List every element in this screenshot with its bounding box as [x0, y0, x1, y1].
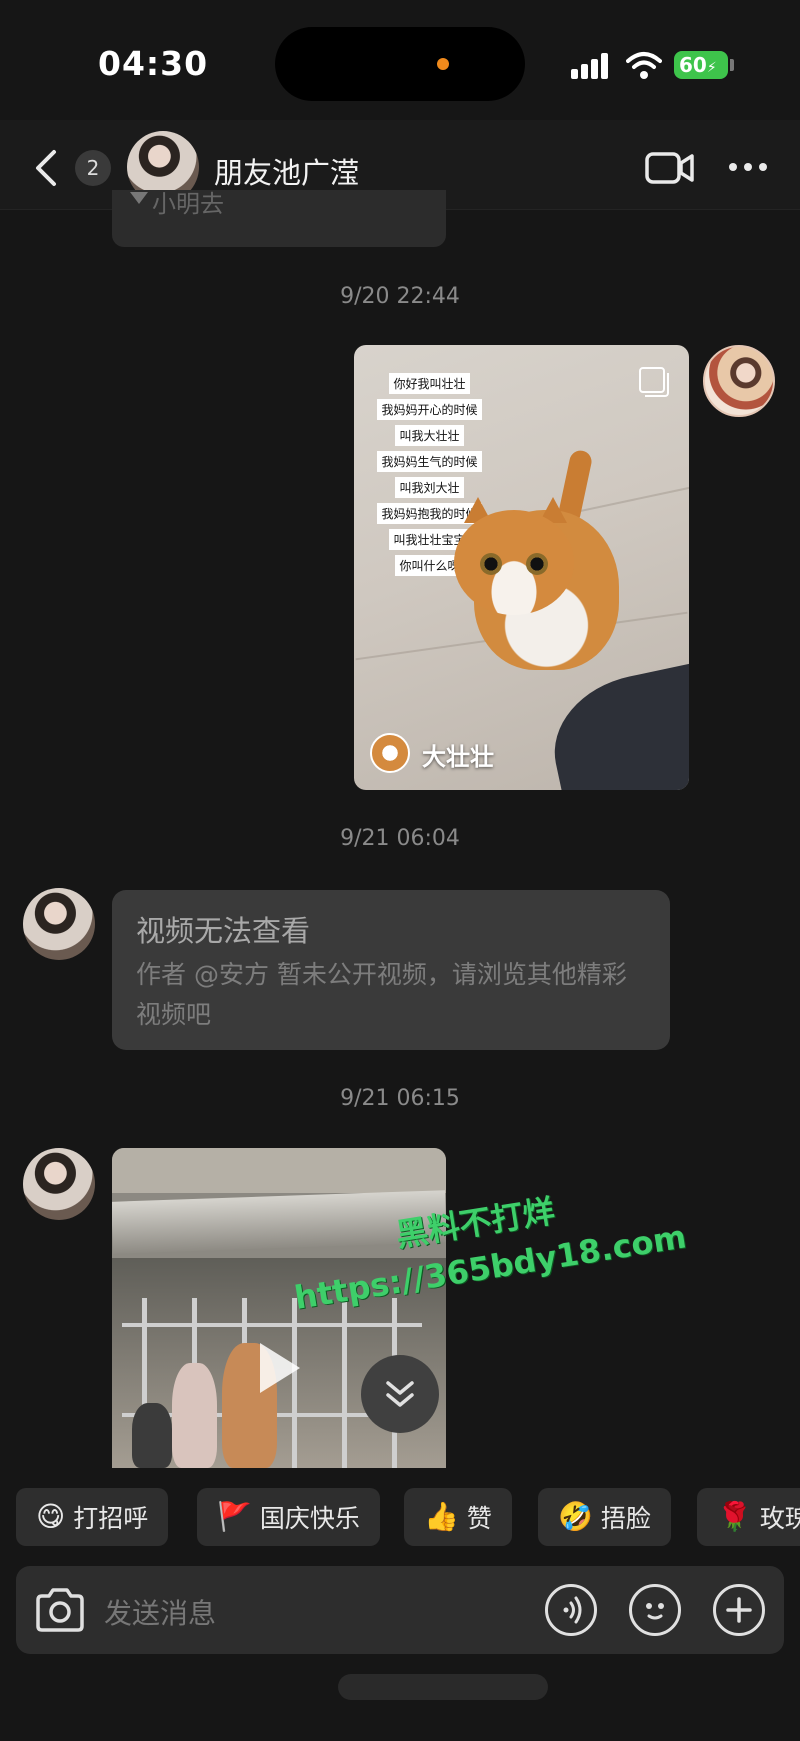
window-rail [122, 1323, 422, 1327]
quick-reply-rose[interactable]: 🌹 玫瑰 [697, 1488, 800, 1546]
caption-line: 我妈妈开心的时候 [377, 399, 482, 420]
video-call-icon[interactable] [645, 150, 695, 186]
rose-icon: 🌹 [717, 1500, 752, 1533]
timestamp: 9/21 06:15 [340, 1086, 460, 1111]
quick-reply-like[interactable]: 👍 赞 [404, 1488, 512, 1546]
status-time: 04:30 [98, 44, 209, 83]
unread-badge[interactable]: 2 [75, 150, 111, 186]
shared-video-card[interactable]: 你好我叫壮壮 我妈妈开心的时候 叫我大壮壮 我妈妈生气的时候 叫我刘大壮 我妈妈… [354, 345, 689, 790]
dynamic-island [275, 27, 525, 101]
cat-head [454, 510, 574, 615]
caption-line: 我妈妈生气的时候 [377, 451, 482, 472]
location-pin-icon [130, 192, 148, 204]
laughing-face-icon: 🤣 [558, 1500, 593, 1533]
message-input[interactable]: 发送消息 [104, 1592, 216, 1632]
flag-icon: 🚩 [217, 1500, 252, 1533]
video-author-name: 大壮壮 [422, 743, 494, 771]
my-avatar[interactable] [703, 345, 775, 417]
copy-icon[interactable] [639, 367, 669, 397]
voice-icon[interactable] [545, 1584, 597, 1636]
timestamp: 9/21 06:04 [340, 826, 460, 851]
timestamp: 9/20 22:44 [340, 284, 460, 309]
contact-avatar[interactable] [23, 1148, 95, 1220]
cat-eye [480, 553, 502, 575]
previous-message-bubble[interactable]: 小明去 [112, 190, 446, 247]
person-figure [172, 1363, 217, 1468]
emoji-icon[interactable] [629, 1584, 681, 1636]
quick-reply-label: 玫瑰 [759, 1504, 800, 1533]
back-icon[interactable] [32, 148, 60, 188]
video-author-avatar [370, 733, 410, 773]
quick-reply-label: 赞 [466, 1504, 492, 1533]
dark-cloth [541, 657, 689, 790]
caption-line: 叫我大壮壮 [395, 425, 464, 446]
quick-reply-label: 国庆快乐 [259, 1504, 360, 1533]
cat-eye [526, 553, 548, 575]
caption-line: 你好我叫壮壮 [389, 373, 470, 394]
plus-icon[interactable] [713, 1584, 765, 1636]
emoji-icon: 😋 [36, 1500, 66, 1533]
unavailable-title: 视频无法查看 [136, 914, 311, 948]
more-icon[interactable] [728, 160, 768, 174]
camera-icon[interactable] [34, 1586, 86, 1634]
previous-message-text: 小明去 [152, 190, 224, 218]
play-icon[interactable] [260, 1343, 300, 1393]
chat-title[interactable]: 朋友池广滢 [214, 150, 359, 192]
battery-indicator: 60⚡ [674, 51, 728, 79]
quick-reply-label: 打招呼 [73, 1504, 149, 1533]
thumbs-up-icon: 👍 [424, 1500, 459, 1533]
message-input-bar: 发送消息 [16, 1566, 784, 1654]
signal-icon [571, 53, 608, 79]
quick-reply-label: 捂脸 [600, 1504, 651, 1533]
quick-reply-national-day[interactable]: 🚩 国庆快乐 [197, 1488, 380, 1546]
battery-tip [730, 59, 734, 71]
unavailable-description: 作者 @安方 暂未公开视频，请浏览其他精彩视频吧 [136, 960, 627, 1029]
person-figure [132, 1403, 172, 1468]
unavailable-video-bubble[interactable]: 视频无法查看 作者 @安方 暂未公开视频，请浏览其他精彩视频吧 [112, 890, 670, 1050]
scroll-down-icon [386, 1381, 414, 1407]
quick-reply-facepalm[interactable]: 🤣 捂脸 [538, 1488, 671, 1546]
building-top [112, 1148, 446, 1193]
scroll-down-button[interactable] [361, 1355, 439, 1433]
wifi-icon [626, 52, 662, 79]
quick-reply-greet[interactable]: 😋 打招呼 [16, 1488, 169, 1546]
recording-indicator [437, 58, 449, 70]
home-indicator [338, 1674, 548, 1700]
contact-avatar[interactable] [23, 888, 95, 960]
caption-line: 叫我刘大壮 [395, 477, 464, 498]
